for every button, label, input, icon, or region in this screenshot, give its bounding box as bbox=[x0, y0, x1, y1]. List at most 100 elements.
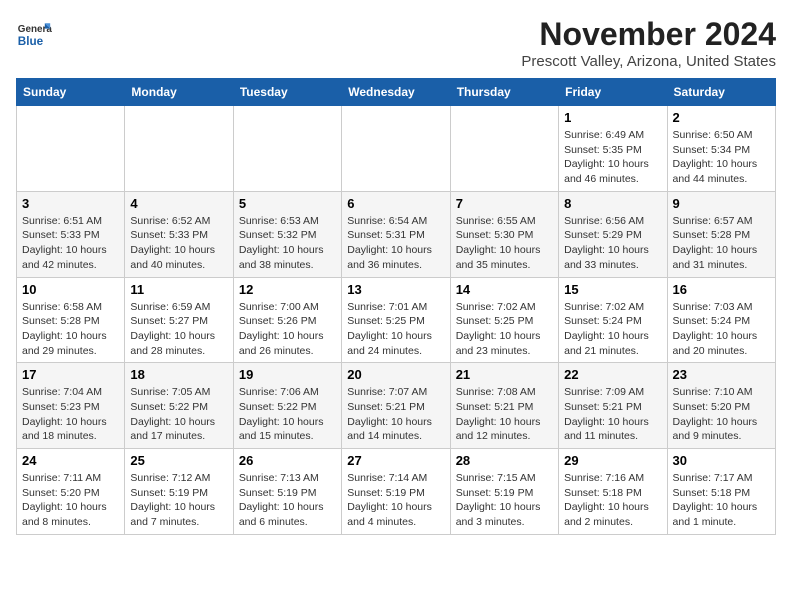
calendar-cell: 23Sunrise: 7:10 AM Sunset: 5:20 PM Dayli… bbox=[667, 363, 775, 449]
day-info: Sunrise: 7:12 AM Sunset: 5:19 PM Dayligh… bbox=[130, 471, 227, 530]
day-header-saturday: Saturday bbox=[667, 79, 775, 106]
day-info: Sunrise: 7:15 AM Sunset: 5:19 PM Dayligh… bbox=[456, 471, 553, 530]
day-info: Sunrise: 7:11 AM Sunset: 5:20 PM Dayligh… bbox=[22, 471, 119, 530]
day-header-wednesday: Wednesday bbox=[342, 79, 450, 106]
day-info: Sunrise: 7:08 AM Sunset: 5:21 PM Dayligh… bbox=[456, 385, 553, 444]
calendar-cell: 21 Sunrise: 7:08 AM Sunset: 5:21 PM Dayli… bbox=[450, 363, 558, 449]
calendar-cell: 5Sunrise: 6:53 AM Sunset: 5:32 PM Daylig… bbox=[233, 191, 341, 277]
day-info: Sunrise: 6:52 AM Sunset: 5:33 PM Dayligh… bbox=[130, 214, 227, 273]
calendar-cell: 15 Sunrise: 7:02 AM Sunset: 5:24 PM Dayli… bbox=[559, 277, 667, 363]
month-title: November 2024 bbox=[521, 16, 776, 53]
day-info: Sunrise: 7:09 AM Sunset: 5:21 PM Dayligh… bbox=[564, 385, 661, 444]
day-info: Sunrise: 6:49 AM Sunset: 5:35 PM Dayligh… bbox=[564, 128, 661, 187]
day-number: 18 bbox=[130, 367, 227, 382]
calendar-cell: 18Sunrise: 7:05 AM Sunset: 5:22 PM Dayli… bbox=[125, 363, 233, 449]
calendar-cell: 2 Sunrise: 6:50 AM Sunset: 5:34 PM Daylig… bbox=[667, 106, 775, 192]
calendar-cell: 29 Sunrise: 7:16 AM Sunset: 5:18 PM Dayli… bbox=[559, 449, 667, 535]
logo: General Blue bbox=[16, 16, 56, 52]
day-number: 22 bbox=[564, 367, 661, 382]
day-number: 21 bbox=[456, 367, 553, 382]
calendar-cell: 12Sunrise: 7:00 AM Sunset: 5:26 PM Dayli… bbox=[233, 277, 341, 363]
day-info: Sunrise: 6:50 AM Sunset: 5:34 PM Dayligh… bbox=[673, 128, 770, 187]
day-number: 28 bbox=[456, 453, 553, 468]
day-info: Sunrise: 7:02 AM Sunset: 5:24 PM Dayligh… bbox=[564, 300, 661, 359]
day-header-sunday: Sunday bbox=[17, 79, 125, 106]
day-number: 10 bbox=[22, 282, 119, 297]
day-number: 13 bbox=[347, 282, 444, 297]
day-number: 1 bbox=[564, 110, 661, 125]
day-info: Sunrise: 7:03 AM Sunset: 5:24 PM Dayligh… bbox=[673, 300, 770, 359]
day-info: Sunrise: 6:54 AM Sunset: 5:31 PM Dayligh… bbox=[347, 214, 444, 273]
calendar-cell: 10 Sunrise: 6:58 AM Sunset: 5:28 PM Dayli… bbox=[17, 277, 125, 363]
calendar-cell bbox=[233, 106, 341, 192]
day-number: 15 bbox=[564, 282, 661, 297]
calendar-cell: 14Sunrise: 7:02 AM Sunset: 5:25 PM Dayli… bbox=[450, 277, 558, 363]
day-info: Sunrise: 6:59 AM Sunset: 5:27 PM Dayligh… bbox=[130, 300, 227, 359]
calendar-cell: 1 Sunrise: 6:49 AM Sunset: 5:35 PM Daylig… bbox=[559, 106, 667, 192]
day-number: 14 bbox=[456, 282, 553, 297]
calendar-cell: 24Sunrise: 7:11 AM Sunset: 5:20 PM Dayli… bbox=[17, 449, 125, 535]
day-number: 6 bbox=[347, 196, 444, 211]
calendar-cell: 25 Sunrise: 7:12 AM Sunset: 5:19 PM Dayli… bbox=[125, 449, 233, 535]
calendar-cell: 3Sunrise: 6:51 AM Sunset: 5:33 PM Daylig… bbox=[17, 191, 125, 277]
day-number: 4 bbox=[130, 196, 227, 211]
title-area: November 2024 Prescott Valley, Arizona, … bbox=[521, 16, 776, 70]
day-number: 16 bbox=[673, 282, 770, 297]
calendar-cell: 6 Sunrise: 6:54 AM Sunset: 5:31 PM Daylig… bbox=[342, 191, 450, 277]
calendar-cell: 28 Sunrise: 7:15 AM Sunset: 5:19 PM Dayli… bbox=[450, 449, 558, 535]
svg-text:Blue: Blue bbox=[18, 35, 44, 48]
week-row-0: 1 Sunrise: 6:49 AM Sunset: 5:35 PM Daylig… bbox=[17, 106, 776, 192]
calendar-cell: 30 Sunrise: 7:17 AM Sunset: 5:18 PM Dayli… bbox=[667, 449, 775, 535]
calendar-cell: 8 Sunrise: 6:56 AM Sunset: 5:29 PM Daylig… bbox=[559, 191, 667, 277]
day-info: Sunrise: 7:14 AM Sunset: 5:19 PM Dayligh… bbox=[347, 471, 444, 530]
location: Prescott Valley, Arizona, United States bbox=[521, 53, 776, 70]
calendar-cell: 19 Sunrise: 7:06 AM Sunset: 5:22 PM Dayli… bbox=[233, 363, 341, 449]
calendar-header-row: SundayMondayTuesdayWednesdayThursdayFrid… bbox=[17, 79, 776, 106]
calendar-cell: 17 Sunrise: 7:04 AM Sunset: 5:23 PM Dayli… bbox=[17, 363, 125, 449]
day-info: Sunrise: 6:57 AM Sunset: 5:28 PM Dayligh… bbox=[673, 214, 770, 273]
calendar-cell: 11Sunrise: 6:59 AM Sunset: 5:27 PM Dayli… bbox=[125, 277, 233, 363]
day-info: Sunrise: 7:01 AM Sunset: 5:25 PM Dayligh… bbox=[347, 300, 444, 359]
day-info: Sunrise: 6:56 AM Sunset: 5:29 PM Dayligh… bbox=[564, 214, 661, 273]
calendar-cell: 7 Sunrise: 6:55 AM Sunset: 5:30 PM Daylig… bbox=[450, 191, 558, 277]
day-info: Sunrise: 7:13 AM Sunset: 5:19 PM Dayligh… bbox=[239, 471, 336, 530]
day-header-tuesday: Tuesday bbox=[233, 79, 341, 106]
day-info: Sunrise: 7:06 AM Sunset: 5:22 PM Dayligh… bbox=[239, 385, 336, 444]
day-number: 2 bbox=[673, 110, 770, 125]
day-info: Sunrise: 6:58 AM Sunset: 5:28 PM Dayligh… bbox=[22, 300, 119, 359]
day-number: 30 bbox=[673, 453, 770, 468]
day-number: 19 bbox=[239, 367, 336, 382]
day-header-friday: Friday bbox=[559, 79, 667, 106]
day-number: 12 bbox=[239, 282, 336, 297]
day-info: Sunrise: 7:16 AM Sunset: 5:18 PM Dayligh… bbox=[564, 471, 661, 530]
day-info: Sunrise: 7:17 AM Sunset: 5:18 PM Dayligh… bbox=[673, 471, 770, 530]
week-row-3: 17 Sunrise: 7:04 AM Sunset: 5:23 PM Dayli… bbox=[17, 363, 776, 449]
calendar-cell: 9Sunrise: 6:57 AM Sunset: 5:28 PM Daylig… bbox=[667, 191, 775, 277]
day-number: 23 bbox=[673, 367, 770, 382]
calendar-cell: 13 Sunrise: 7:01 AM Sunset: 5:25 PM Dayli… bbox=[342, 277, 450, 363]
week-row-2: 10 Sunrise: 6:58 AM Sunset: 5:28 PM Dayli… bbox=[17, 277, 776, 363]
day-number: 26 bbox=[239, 453, 336, 468]
calendar-cell: 26 Sunrise: 7:13 AM Sunset: 5:19 PM Dayli… bbox=[233, 449, 341, 535]
calendar-cell bbox=[450, 106, 558, 192]
calendar-body: 1 Sunrise: 6:49 AM Sunset: 5:35 PM Daylig… bbox=[17, 106, 776, 535]
day-header-thursday: Thursday bbox=[450, 79, 558, 106]
day-number: 7 bbox=[456, 196, 553, 211]
day-number: 25 bbox=[130, 453, 227, 468]
header: General Blue November 2024 Prescott Vall… bbox=[16, 16, 776, 70]
calendar-table: SundayMondayTuesdayWednesdayThursdayFrid… bbox=[16, 78, 776, 535]
calendar-cell: 20Sunrise: 7:07 AM Sunset: 5:21 PM Dayli… bbox=[342, 363, 450, 449]
calendar-cell: 16 Sunrise: 7:03 AM Sunset: 5:24 PM Dayli… bbox=[667, 277, 775, 363]
calendar-cell bbox=[125, 106, 233, 192]
calendar-cell bbox=[17, 106, 125, 192]
day-number: 8 bbox=[564, 196, 661, 211]
day-number: 29 bbox=[564, 453, 661, 468]
day-info: Sunrise: 7:04 AM Sunset: 5:23 PM Dayligh… bbox=[22, 385, 119, 444]
day-info: Sunrise: 6:51 AM Sunset: 5:33 PM Dayligh… bbox=[22, 214, 119, 273]
day-header-monday: Monday bbox=[125, 79, 233, 106]
calendar-cell: 4 Sunrise: 6:52 AM Sunset: 5:33 PM Daylig… bbox=[125, 191, 233, 277]
day-number: 17 bbox=[22, 367, 119, 382]
calendar-cell: 27Sunrise: 7:14 AM Sunset: 5:19 PM Dayli… bbox=[342, 449, 450, 535]
week-row-4: 24Sunrise: 7:11 AM Sunset: 5:20 PM Dayli… bbox=[17, 449, 776, 535]
day-info: Sunrise: 6:55 AM Sunset: 5:30 PM Dayligh… bbox=[456, 214, 553, 273]
